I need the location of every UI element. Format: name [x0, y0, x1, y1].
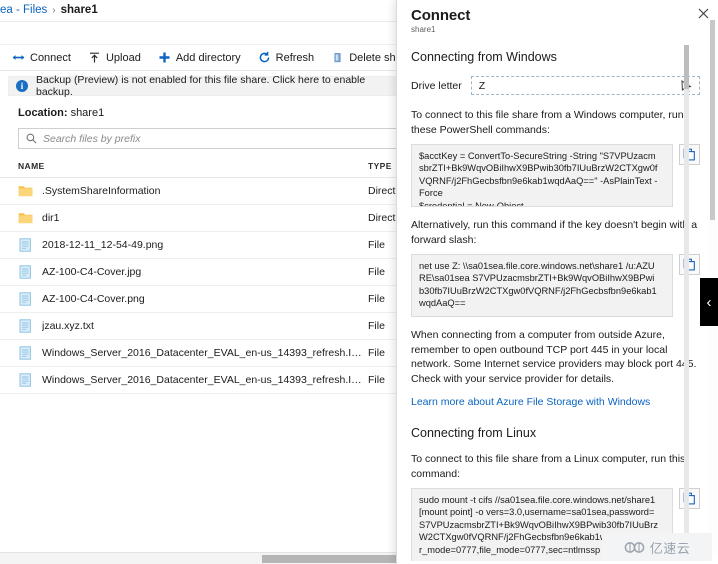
- watermark: 亿速云: [602, 533, 712, 561]
- file-list-table: NAME TYPE .SystemShareInformation Direct d…: [0, 157, 410, 394]
- powershell-code-text[interactable]: $acctKey = ConvertTo-SecureString -Strin…: [411, 144, 673, 207]
- drive-letter-label: Drive letter: [411, 79, 462, 92]
- column-header-name[interactable]: NAME: [0, 157, 364, 178]
- table-row[interactable]: AZ-100-C4-Cover.jpg File: [0, 258, 410, 286]
- connect-blade-body: Connecting from Windows Drive letter Z T…: [397, 42, 718, 561]
- delete-share-icon: [331, 51, 344, 64]
- upload-icon: [88, 51, 101, 64]
- powershell-code-scrollbar-thumb[interactable]: [684, 45, 689, 89]
- toolbar-refresh-label: Refresh: [275, 51, 315, 64]
- toolbar-upload-button[interactable]: Upload: [88, 51, 141, 64]
- horizontal-scrollbar-thumb[interactable]: [262, 555, 402, 563]
- file-name-label: dir1: [42, 212, 60, 224]
- collapse-handle-glyph: ‹: [706, 293, 712, 311]
- cloud-logo-icon: [624, 541, 646, 554]
- blade-header-spacer: [0, 22, 410, 44]
- breadcrumb-parent[interactable]: ea - Files: [0, 4, 47, 16]
- file-name-label: Windows_Server_2016_Datacenter_EVAL_en-u…: [42, 374, 363, 386]
- search-icon: [26, 133, 37, 144]
- horizontal-scrollbar[interactable]: [0, 552, 410, 564]
- connect-blade-subtitle: share1: [411, 25, 436, 34]
- add-directory-icon: [158, 51, 171, 64]
- drive-letter-row: Drive letter Z: [411, 76, 700, 95]
- search-input[interactable]: Search files by prefix: [18, 128, 398, 149]
- location-value: share1: [70, 107, 105, 119]
- file-name-cell: Windows_Server_2016_Datacenter_EVAL_en-u…: [0, 339, 364, 367]
- file-name-cell: jzau.xyz.txt: [0, 312, 364, 340]
- table-row[interactable]: Windows_Server_2016_Datacenter_EVAL_en-u…: [0, 339, 410, 367]
- breadcrumb-current: share1: [60, 4, 98, 16]
- drive-letter-input[interactable]: Z: [470, 76, 700, 95]
- file-name-cell: dir1: [0, 204, 364, 232]
- table-row[interactable]: AZ-100-C4-Cover.png File: [0, 285, 410, 313]
- toolbar-add-directory-button[interactable]: Add directory: [158, 51, 241, 64]
- alternative-command-text: Alternatively, run this command if the k…: [411, 219, 698, 246]
- connect-blade-header: Connect share1: [397, 0, 718, 42]
- file-name-cell: AZ-100-C4-Cover.png: [0, 285, 364, 313]
- chevron-left-icon[interactable]: ‹: [700, 278, 718, 326]
- file-name-label: 2018-12-11_12-54-49.png: [42, 239, 164, 251]
- file-icon: [19, 319, 31, 333]
- toolbar-connect-label: Connect: [30, 51, 71, 64]
- folder-icon: [18, 213, 33, 224]
- refresh-icon: [258, 51, 271, 64]
- folder-icon: [18, 186, 33, 197]
- file-icon: [19, 346, 31, 360]
- breadcrumb-separator: ›: [52, 5, 56, 16]
- drive-letter-value: Z: [478, 79, 486, 92]
- file-name-cell: .SystemShareInformation: [0, 177, 364, 205]
- copy-linux-button[interactable]: [679, 488, 700, 509]
- table-header-row: NAME TYPE: [0, 157, 410, 178]
- learn-more-windows-link[interactable]: Learn more about Azure File Storage with…: [411, 396, 650, 408]
- file-icon: [19, 292, 31, 306]
- file-name-label: AZ-100-C4-Cover.png: [42, 293, 145, 305]
- table-row[interactable]: 2018-12-11_12-54-49.png File: [0, 231, 410, 259]
- windows-intro-text: To connect to this file share from a Win…: [411, 109, 684, 136]
- copy-netuse-button[interactable]: [679, 254, 700, 275]
- toolbar-connect-button[interactable]: Connect: [12, 51, 71, 64]
- port-445-note: When connecting from a computer from out…: [411, 329, 697, 385]
- files-toolbar: Connect Upload Add directory Refresh Del…: [0, 44, 410, 71]
- table-row[interactable]: jzau.xyz.txt File: [0, 312, 410, 340]
- copy-powershell-button[interactable]: [679, 144, 700, 165]
- powershell-code-scrollbar[interactable]: [684, 45, 689, 558]
- windows-section-heading: Connecting from Windows: [411, 50, 557, 64]
- close-icon[interactable]: [696, 6, 710, 20]
- file-name-label: AZ-100-C4-Cover.jpg: [42, 266, 142, 278]
- backup-notification-banner[interactable]: i Backup (Preview) is not enabled for th…: [8, 74, 402, 98]
- search-placeholder: Search files by prefix: [43, 132, 141, 145]
- backup-notification-text: Backup (Preview) is not enabled for this…: [36, 74, 366, 98]
- info-icon: i: [16, 80, 28, 92]
- file-name-cell: AZ-100-C4-Cover.jpg: [0, 258, 364, 286]
- breadcrumb: ea - Files › share1: [0, 0, 410, 22]
- connect-icon: [12, 51, 25, 64]
- connect-blade-title: Connect: [411, 7, 471, 24]
- linux-intro-text: To connect to this file share from a Lin…: [411, 453, 686, 480]
- file-name-cell: 2018-12-11_12-54-49.png: [0, 231, 364, 259]
- watermark-text: 亿速云: [649, 540, 691, 556]
- file-name-cell: Windows_Server_2016_Datacenter_EVAL_en-u…: [0, 366, 364, 394]
- powershell-code-block: $acctKey = ConvertTo-SecureString -Strin…: [411, 45, 700, 558]
- table-row[interactable]: dir1 Direct: [0, 204, 410, 232]
- linux-section-heading: Connecting from Linux: [411, 426, 537, 440]
- connect-blade: Connect share1 Connecting from Windows D…: [396, 0, 718, 564]
- toolbar-upload-label: Upload: [105, 51, 141, 64]
- file-name-label: Windows_Server_2016_Datacenter_EVAL_en-u…: [42, 347, 363, 359]
- blade-vertical-scrollbar-thumb[interactable]: [710, 20, 715, 220]
- netuse-code-text[interactable]: net use Z: \\sa01sea.file.core.windows.n…: [411, 254, 673, 317]
- azure-portal-files-blade: ea - Files › share1 Connect Upload Add d…: [0, 0, 410, 564]
- file-icon: [19, 373, 31, 387]
- screenshot-root: ea - Files › share1 Connect Upload Add d…: [0, 0, 718, 564]
- table-row[interactable]: .SystemShareInformation Direct: [0, 177, 410, 205]
- netuse-code-block: net use Z: \\sa01sea.file.core.windows.n…: [411, 254, 700, 317]
- location-label: Location:: [18, 107, 68, 119]
- file-icon: [19, 265, 31, 279]
- file-icon: [19, 238, 31, 252]
- toolbar-refresh-button[interactable]: Refresh: [258, 51, 315, 64]
- toolbar-add-directory-label: Add directory: [175, 51, 241, 64]
- file-name-label: .SystemShareInformation: [42, 185, 161, 197]
- location-row: Location: share1: [18, 107, 410, 119]
- file-name-label: jzau.xyz.txt: [42, 320, 94, 332]
- table-row[interactable]: Windows_Server_2016_Datacenter_EVAL_en-u…: [0, 366, 410, 394]
